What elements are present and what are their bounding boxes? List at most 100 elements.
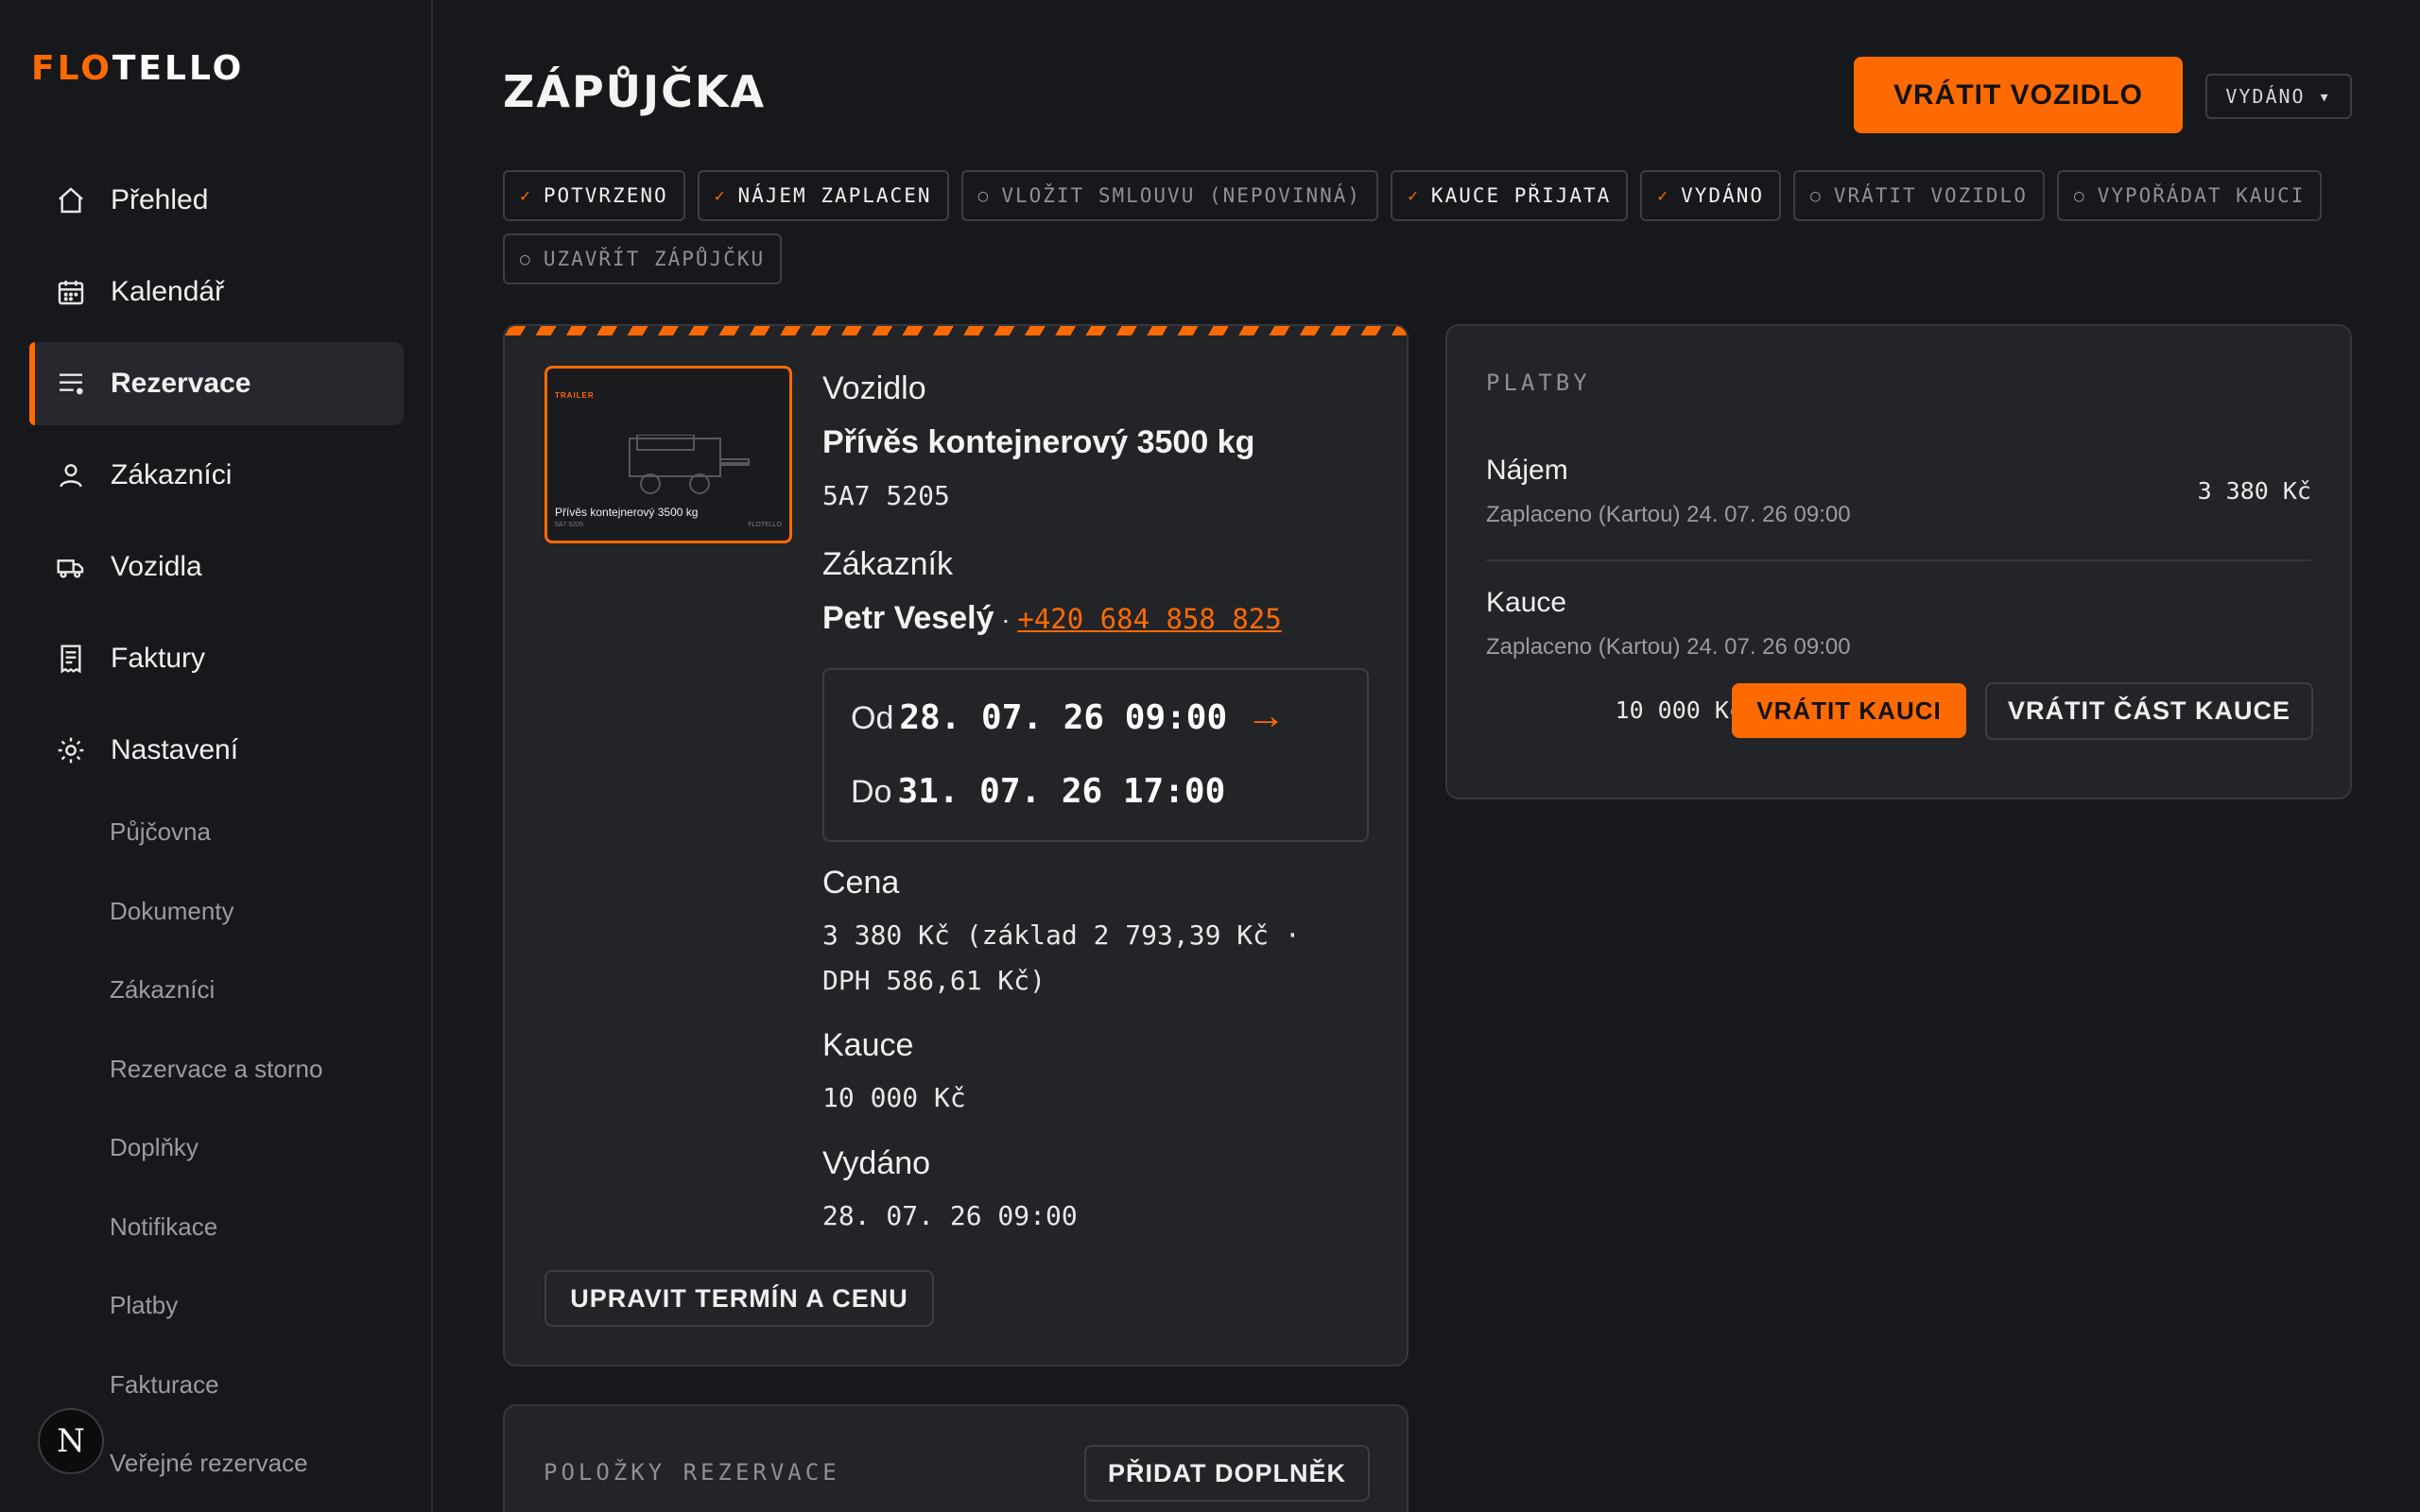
circle-icon: ○ (1810, 185, 1823, 206)
home-icon (54, 183, 88, 217)
price-label: Cena (822, 865, 900, 901)
subnav-item-dokumenty[interactable]: Dokumenty (110, 878, 322, 957)
items-title: POLOŽKY REZERVACE (544, 1459, 840, 1486)
sidebar-item-nastaveni[interactable]: Nastavení (29, 709, 404, 792)
receipt-icon (54, 642, 88, 676)
date-to-value: 31. 07. 26 17:00 (897, 772, 1226, 811)
check-icon: ✓ (714, 185, 727, 206)
step-label: VLOŽIT SMLOUVU (NEPOVINNÁ) (1001, 184, 1362, 207)
check-icon: ✓ (1657, 185, 1670, 206)
subnav-item-notifikace[interactable]: Notifikace (110, 1194, 322, 1273)
step-vydano[interactable]: ✓ VYDÁNO (1640, 170, 1781, 221)
vehicle-thumbnail[interactable]: TRAILER Přívěs kontejnerový 3500 kg 5A7 … (544, 366, 792, 543)
step-label: VYPOŘÁDAT KAUCI (2097, 184, 2306, 207)
sidebar-item-label: Zákazníci (111, 459, 233, 490)
rent-payment-amount: 3 380 Kč (2197, 477, 2311, 505)
list-icon (54, 367, 88, 401)
customer-name[interactable]: Petr Veselý (822, 600, 994, 636)
deposit-value: 10 000 Kč (822, 1082, 966, 1113)
date-to-label: Do (851, 774, 892, 810)
edit-term-price-button[interactable]: UPRAVIT TERMÍN A CENU (544, 1270, 934, 1327)
step-vlozit-smlouvu[interactable]: ○ VLOŽIT SMLOUVU (NEPOVINNÁ) (960, 170, 1379, 221)
vehicle-name: Přívěs kontejnerový 3500 kg (822, 424, 1255, 460)
subnav-item-pujcovna[interactable]: Půjčovna (110, 799, 322, 878)
workflow-steps: ✓ POTVRZENO ✓ NÁJEM ZAPLACEN ○ VLOŽIT SMLOU… (503, 170, 2356, 284)
subnav-item-zakaznici[interactable]: Zákazníci (110, 956, 322, 1036)
arrow-right-icon: → (1246, 693, 1287, 737)
step-potvrzeno[interactable]: ✓ POTVRZENO (503, 170, 685, 221)
step-label: VYDÁNO (1681, 184, 1764, 207)
sidebar-item-rezervace[interactable]: Rezervace (29, 342, 404, 425)
step-label: VRÁTIT VOZIDLO (1833, 184, 2028, 207)
sidebar-item-vozidla[interactable]: Vozidla (29, 525, 404, 609)
step-vyporadat-kauci[interactable]: ○ VYPOŘÁDAT KAUCI (2056, 170, 2323, 221)
date-from-label: Od (851, 700, 894, 736)
deposit-payment-name: Kauce (1486, 587, 1567, 618)
step-label: KAUCE PŘIJATA (1430, 184, 1612, 207)
step-uzavrit-zapujcku[interactable]: ○ UZAVŘÍT ZÁPŮJČKU (503, 233, 783, 284)
thumbnail-plate: 5A7 5205 (555, 522, 583, 528)
rental-dates-box: Od 28. 07. 26 09:00 → Do 31. 07. 26 17:00 (822, 668, 1369, 842)
date-from-row: Od 28. 07. 26 09:00 → (851, 693, 1286, 738)
subnav-item-doplnky[interactable]: Doplňky (110, 1114, 322, 1194)
circle-icon: ○ (2073, 185, 2086, 206)
gear-icon (54, 733, 88, 767)
reservation-items-card: POLOŽKY REZERVACE PŘIDAT DOPLNĚK (503, 1404, 1409, 1512)
deposit-label: Kauce (822, 1027, 914, 1063)
check-icon: ✓ (1408, 185, 1420, 206)
sidebar-item-zakaznici[interactable]: Zákazníci (29, 434, 404, 517)
circle-icon: ○ (520, 249, 532, 269)
circle-icon: ○ (977, 185, 991, 206)
vehicle-label: Vozidlo (822, 370, 926, 406)
price-line-2: DPH 586,61 Kč) (822, 965, 1046, 996)
subnav-item-rezervace-storno[interactable]: Rezervace a storno (110, 1036, 322, 1115)
step-label: POTVRZENO (543, 184, 668, 207)
sidebar-item-prehled[interactable]: Přehled (29, 159, 404, 242)
check-icon: ✓ (520, 185, 532, 206)
customer-label: Zákazník (822, 546, 953, 582)
rent-payment-status: Zaplaceno (Kartou) 24. 07. 26 09:00 (1486, 502, 1851, 527)
sidebar-item-label: Rezervace (111, 368, 251, 399)
sidebar-item-label: Vozidla (111, 551, 202, 582)
sidebar: FLOTELLO Přehled Kalendář Rezervace Záka… (0, 0, 433, 1512)
page-title: ZÁPŮJČKA (503, 66, 767, 117)
customer-line: Petr Veselý · +420 684 858 825 (822, 600, 1282, 637)
step-kauce-prijata[interactable]: ✓ KAUCE PŘIJATA (1391, 170, 1629, 221)
sidebar-item-label: Nastavení (111, 734, 239, 765)
date-to-row: Do 31. 07. 26 17:00 (851, 772, 1225, 811)
sidebar-item-kalendar[interactable]: Kalendář (29, 250, 404, 334)
thumbnail-tag: TRAILER (555, 391, 595, 400)
payments-divider (1486, 559, 2311, 561)
settings-subnav: Půjčovna Dokumenty Zákazníci Rezervace a… (110, 799, 322, 1509)
rent-payment-name: Nájem (1486, 455, 1568, 486)
issued-value: 28. 07. 26 09:00 (822, 1200, 1078, 1231)
main-nav: Přehled Kalendář Rezervace Zákazníci Voz… (29, 159, 404, 800)
return-deposit-button[interactable]: VRÁTIT KAUCI (1732, 683, 1966, 738)
user-icon (54, 458, 88, 492)
trailer-icon (629, 435, 750, 494)
deposit-payment-status: Zaplaceno (Kartou) 24. 07. 26 09:00 (1486, 634, 1851, 660)
step-najem-zaplacen[interactable]: ✓ NÁJEM ZAPLACEN (697, 170, 949, 221)
avatar[interactable]: N (38, 1408, 104, 1474)
customer-phone-link[interactable]: +420 684 858 825 (1017, 603, 1281, 635)
customer-separator: · (994, 605, 1018, 634)
subnav-item-platby[interactable]: Platby (110, 1272, 322, 1351)
payments-title: PLATBY (1486, 369, 1591, 396)
return-partial-deposit-button[interactable]: VRÁTIT ČÁST KAUCE (1985, 682, 2313, 740)
sidebar-item-faktury[interactable]: Faktury (29, 617, 404, 700)
step-label: UZAVŘÍT ZÁPŮJČKU (543, 248, 766, 270)
logo-part-tello: TELLO (112, 49, 245, 88)
subnav-item-fakturace[interactable]: Fakturace (110, 1351, 322, 1431)
status-select[interactable]: VYDÁNO ▾ (2205, 74, 2352, 119)
truck-icon (54, 550, 88, 584)
hazard-stripe (505, 326, 1407, 335)
subnav-item-verejne-rezervace[interactable]: Veřejné rezervace (110, 1430, 322, 1509)
sidebar-item-label: Kalendář (111, 276, 225, 307)
deposit-payment-amount: 10 000 Kč (1615, 696, 1743, 724)
add-extra-button[interactable]: PŘIDAT DOPLNĚK (1084, 1445, 1370, 1502)
thumbnail-brand: FLOTELLO (748, 522, 782, 528)
return-vehicle-button[interactable]: VRÁTIT VOZIDLO (1854, 57, 2183, 133)
app-logo[interactable]: FLOTELLO (31, 49, 244, 88)
step-vratit-vozidlo[interactable]: ○ VRÁTIT VOZIDLO (1793, 170, 2045, 221)
issued-label: Vydáno (822, 1145, 931, 1181)
